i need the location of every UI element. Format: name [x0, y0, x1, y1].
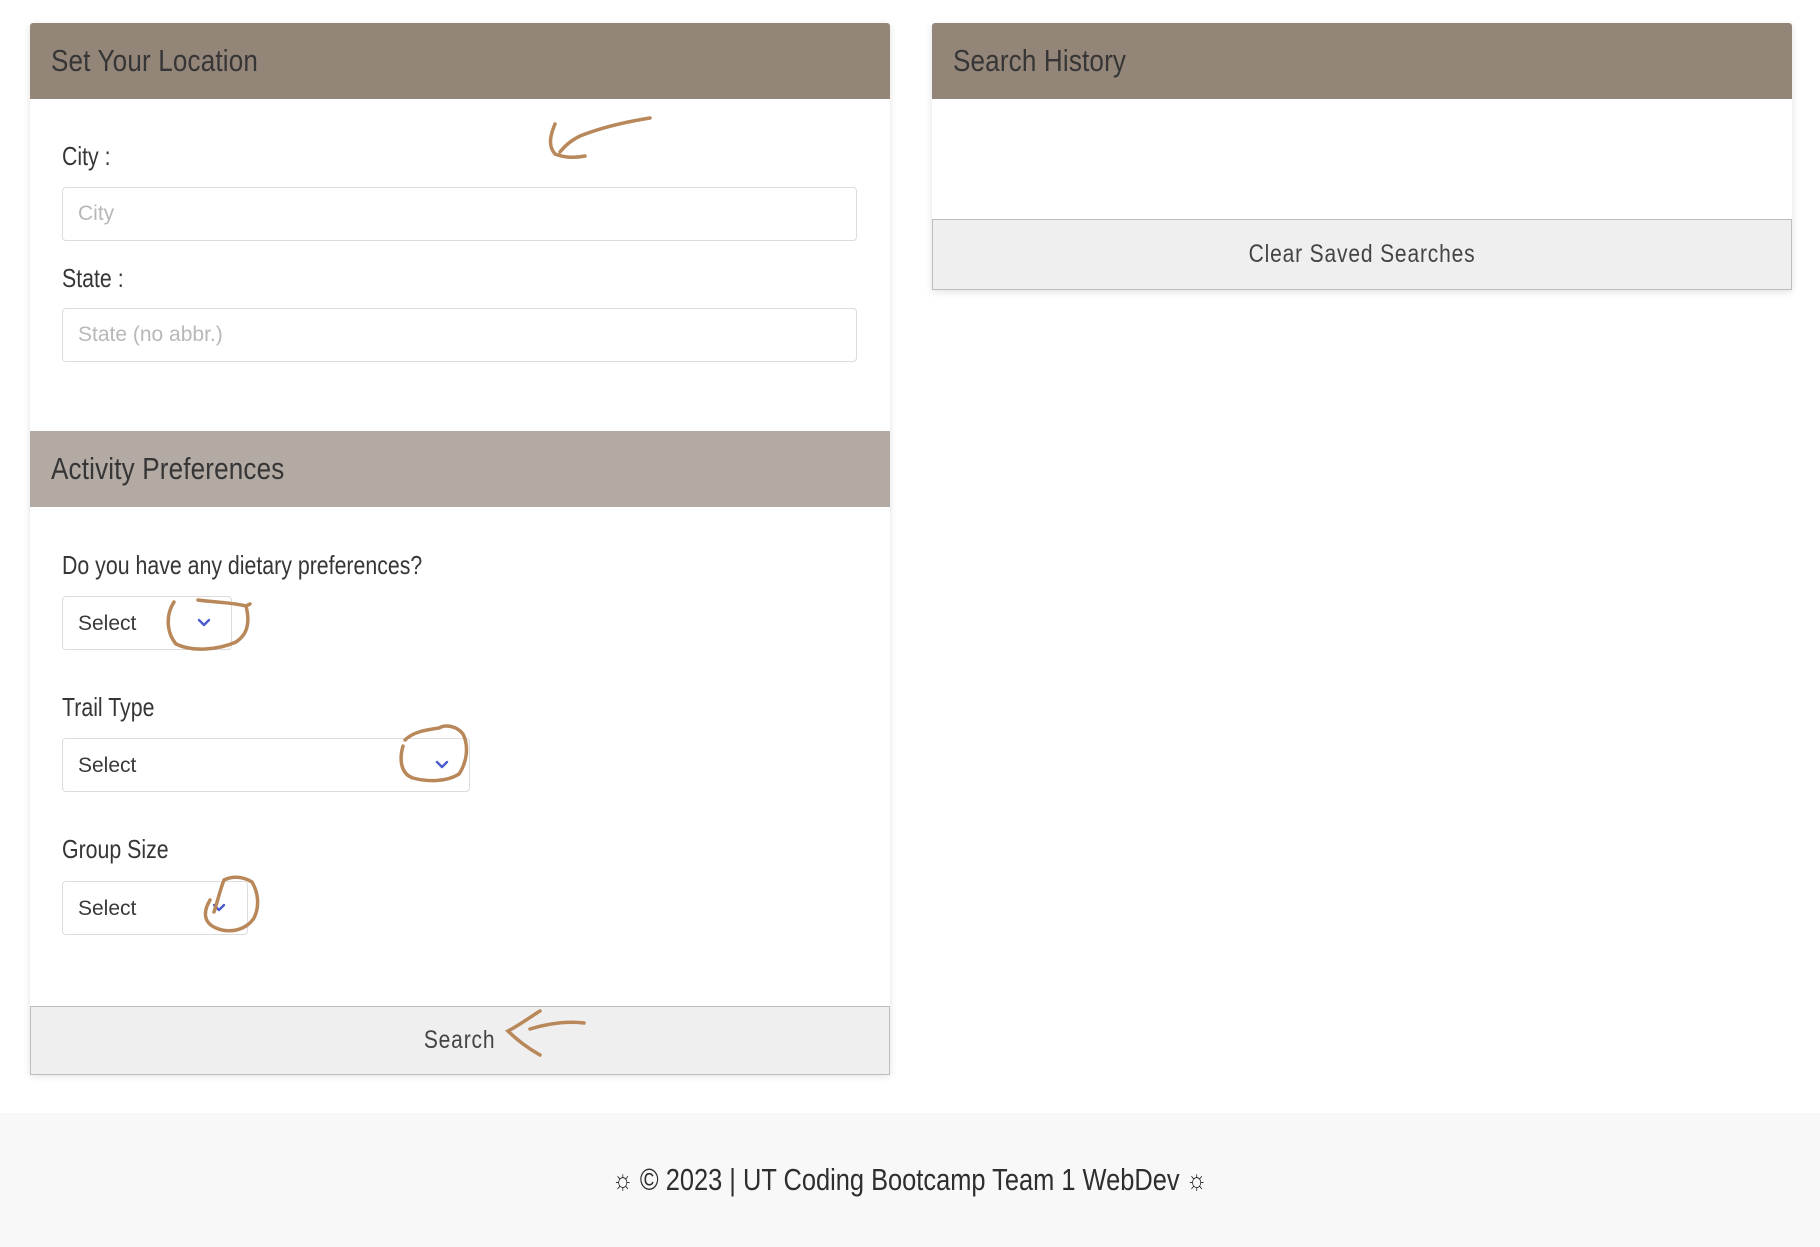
- trail-select-value: Select: [78, 754, 137, 777]
- sun-icon: ☼: [612, 1164, 634, 1195]
- clear-saved-searches-button[interactable]: Clear Saved Searches: [932, 219, 1792, 290]
- state-input[interactable]: [62, 308, 857, 362]
- history-title: Search History: [953, 43, 1127, 78]
- history-card: Search History Clear Saved Searches: [932, 23, 1792, 290]
- location-card: Set Your Location City : State : Activit…: [30, 23, 890, 1075]
- chevron-down-icon: [212, 903, 226, 912]
- history-list: [932, 99, 1792, 219]
- chevron-down-icon: [197, 618, 211, 627]
- city-label: City :: [62, 141, 111, 171]
- footer-content: ☼ © 2023 | UT Coding Bootcamp Team 1 Web…: [613, 1162, 1208, 1198]
- chevron-down-icon: [435, 760, 449, 769]
- dietary-select-value: Select: [78, 612, 137, 635]
- history-header: Search History: [932, 23, 1792, 99]
- location-title: Set Your Location: [51, 43, 259, 78]
- search-button-label: Search: [424, 1026, 496, 1054]
- state-label: State :: [62, 263, 124, 293]
- search-button[interactable]: Search: [30, 1006, 890, 1075]
- clear-button-label: Clear Saved Searches: [1248, 240, 1476, 268]
- group-select-value: Select: [78, 897, 137, 920]
- footer: ☼ © 2023 | UT Coding Bootcamp Team 1 Web…: [0, 1113, 1820, 1247]
- city-input[interactable]: [62, 187, 857, 241]
- preferences-header: Activity Preferences: [30, 431, 890, 507]
- trail-label: Trail Type: [62, 692, 155, 722]
- sun-icon: ☼: [1186, 1164, 1208, 1195]
- group-label: Group Size: [62, 834, 169, 864]
- preferences-title: Activity Preferences: [51, 451, 285, 486]
- footer-text: © 2023 | UT Coding Bootcamp Team 1 WebDe…: [640, 1162, 1180, 1197]
- trail-select[interactable]: Select: [62, 738, 470, 792]
- dietary-label: Do you have any dietary preferences?: [62, 550, 423, 580]
- dietary-select[interactable]: Select: [62, 596, 232, 650]
- group-select[interactable]: Select: [62, 881, 248, 935]
- location-header: Set Your Location: [30, 23, 890, 99]
